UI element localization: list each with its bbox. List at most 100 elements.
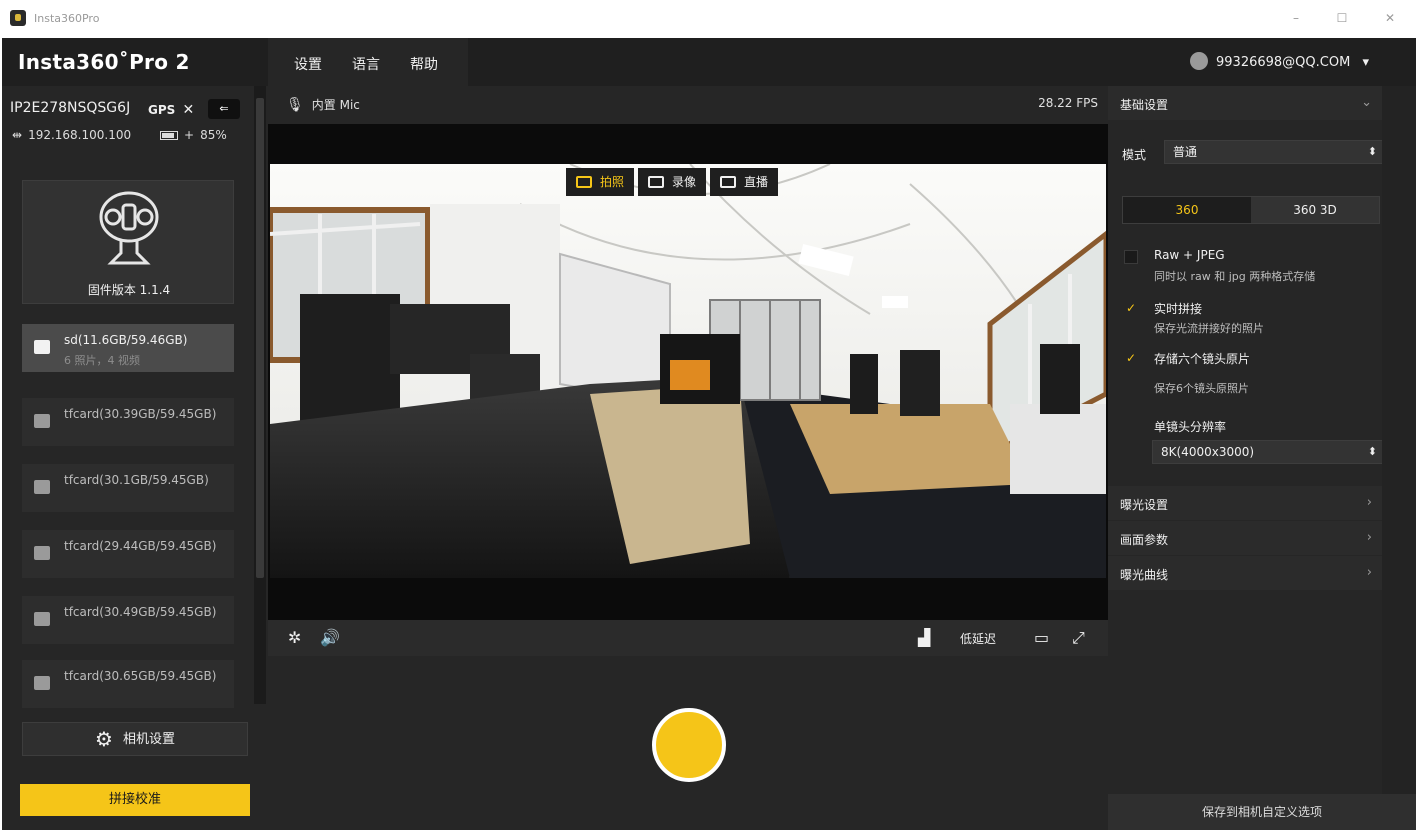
storage-item-sd[interactable]: sd(11.6GB/59.46GB) 6 照片，4 视频 xyxy=(22,324,234,372)
latency-toggle[interactable]: 低延迟 xyxy=(960,630,996,647)
live-preview[interactable]: 拍照 录像 直播 xyxy=(268,124,1108,620)
realtime-stitch-checkbox[interactable]: ✓ xyxy=(1124,302,1138,316)
live-icon xyxy=(720,176,737,188)
sd-card-icon xyxy=(34,340,50,354)
avatar-icon xyxy=(1190,52,1208,70)
battery-status: +85% xyxy=(160,128,227,142)
user-email: 99326698@QQ.COM xyxy=(1216,55,1351,70)
exposure-curve-header[interactable]: 曝光曲线 › xyxy=(1108,556,1382,590)
select-arrows-icon: ⬍ xyxy=(1367,145,1377,158)
usb-connection-icon: ⇐ xyxy=(208,99,240,119)
stitch-calibration-button[interactable]: 拼接校准 xyxy=(20,784,250,816)
app-window: Insta360˚Pro 2 IP2E278NSQSG6J GPS ✕ ⇐ ⇹ 1… xyxy=(2,38,1416,830)
select-arrows-icon: ⬍ xyxy=(1367,445,1377,458)
preview-control-bar: ✲ 🔊 ▟ 低延迟 ▭ ⤢ xyxy=(268,620,1108,656)
center-panel: 设置 语言 帮助 🎙 内置 Mic 28.22 FPS 拍照 录像 直播 ✲ 🔊… xyxy=(268,38,1108,830)
raw-jpeg-label: Raw + JPEG xyxy=(1154,248,1225,262)
mode-photo-button[interactable]: 拍照 xyxy=(566,168,635,196)
mode-label: 模式 xyxy=(1122,148,1147,162)
ip-address: ⇹ 192.168.100.100 xyxy=(12,128,132,142)
menu-bar: 设置 语言 帮助 xyxy=(268,38,468,86)
window-title: Insta360Pro xyxy=(34,12,100,25)
shutter-button[interactable] xyxy=(652,708,726,782)
battery-icon xyxy=(160,131,178,140)
gyro-icon[interactable]: ✲ xyxy=(288,628,301,647)
network-icon: ⇹ xyxy=(12,128,23,142)
mode-select[interactable]: 普通 ⬍ xyxy=(1164,140,1386,164)
raw-jpeg-desc: 同时以 raw 和 jpg 两种格式存储 xyxy=(1154,270,1316,283)
save-six-lens-checkbox[interactable]: ✓ xyxy=(1124,352,1138,366)
chevron-down-icon: ⌄ xyxy=(1361,95,1372,110)
menu-language[interactable]: 语言 xyxy=(352,54,380,74)
camera-status-card[interactable]: 固件版本 1.1.4 xyxy=(22,180,234,304)
save-custom-preset-button[interactable]: 保存到相机自定义选项 xyxy=(1108,794,1416,830)
storage-item-tfcard-2[interactable]: tfcard(30.1GB/59.45GB) xyxy=(22,464,234,512)
image-params-header[interactable]: 画面参数 › xyxy=(1108,521,1382,555)
mic-source[interactable]: 🎙 内置 Mic xyxy=(286,96,360,113)
storage-scrollbar-thumb[interactable] xyxy=(256,98,264,578)
sd-card-icon xyxy=(34,612,50,626)
save-six-lens-label: 存储六个镜头原片 xyxy=(1154,352,1251,366)
aspect-ratio-icon[interactable]: ▭ xyxy=(1034,628,1049,647)
camera-settings-label: 相机设置 xyxy=(122,732,175,747)
maximize-button[interactable]: ☐ xyxy=(1330,8,1354,28)
gear-icon: ⚙ xyxy=(95,727,113,751)
charging-icon: + xyxy=(184,128,195,142)
chevron-right-icon: › xyxy=(1366,495,1372,510)
volume-icon[interactable]: 🔊 xyxy=(320,628,340,647)
raw-jpeg-checkbox[interactable] xyxy=(1124,250,1138,264)
histogram-icon[interactable]: ▟ xyxy=(918,628,930,647)
gps-status: GPS ✕ xyxy=(148,102,194,118)
segment-360-3d[interactable]: 360 3D xyxy=(1251,197,1379,223)
fps-readout: 28.22 FPS xyxy=(1038,96,1098,110)
storage-label: tfcard(30.65GB/59.45GB) xyxy=(64,669,217,683)
device-id: IP2E278NSQSG6J xyxy=(10,100,131,116)
mode-video-button[interactable]: 录像 xyxy=(638,168,707,196)
minimize-button[interactable]: – xyxy=(1284,8,1308,28)
camera-settings-button[interactable]: ⚙ 相机设置 xyxy=(22,722,248,756)
resolution-select[interactable]: 8K(4000x3000) ⬍ xyxy=(1152,440,1386,464)
storage-label: tfcard(30.39GB/59.45GB) xyxy=(64,407,217,421)
chevron-right-icon: › xyxy=(1366,565,1372,580)
preview-header: 🎙 内置 Mic 28.22 FPS xyxy=(268,86,1108,124)
microphone-icon: 🎙 xyxy=(286,97,304,113)
storage-label: tfcard(29.44GB/59.45GB) xyxy=(64,539,217,553)
window-titlebar: Insta360Pro – ☐ ✕ xyxy=(0,0,1418,38)
battery-percent: 85% xyxy=(200,128,227,142)
capture-mode-switcher: 拍照 录像 直播 xyxy=(566,168,779,196)
resolution-label: 单镜头分辨率 xyxy=(1154,420,1227,434)
chevron-right-icon: › xyxy=(1366,530,1372,545)
gps-label: GPS xyxy=(148,103,176,117)
camera-icon xyxy=(576,176,592,188)
storage-item-tfcard-4[interactable]: tfcard(30.49GB/59.45GB) xyxy=(22,596,234,644)
segment-360[interactable]: 360 xyxy=(1123,197,1251,223)
mode-live-button[interactable]: 直播 xyxy=(710,168,779,196)
camera-device-icon xyxy=(99,191,159,265)
projection-segment: 360 360 3D xyxy=(1122,196,1380,224)
storage-label: tfcard(30.49GB/59.45GB) xyxy=(64,605,217,619)
brand-logo: Insta360˚Pro 2 xyxy=(18,50,190,74)
storage-item-tfcard-3[interactable]: tfcard(29.44GB/59.45GB) xyxy=(22,530,234,578)
right-settings-panel: 基础设置 ⌄ 模式 普通 ⬍ 360 360 3D Raw + JPEG 同时以 r… xyxy=(1108,86,1386,830)
sd-card-icon xyxy=(34,480,50,494)
sd-card-icon xyxy=(34,676,50,690)
left-panel: Insta360˚Pro 2 IP2E278NSQSG6J GPS ✕ ⇐ ⇹ 1… xyxy=(2,38,268,830)
menu-help[interactable]: 帮助 xyxy=(410,54,438,74)
storage-item-tfcard-1[interactable]: tfcard(30.39GB/59.45GB) xyxy=(22,398,234,446)
close-button[interactable]: ✕ xyxy=(1378,8,1402,28)
storage-label: sd(11.6GB/59.46GB) xyxy=(64,333,188,347)
storage-item-tfcard-5[interactable]: tfcard(30.65GB/59.45GB) xyxy=(22,660,234,708)
gps-off-icon: ✕ xyxy=(182,102,195,118)
chevron-down-icon: ▾ xyxy=(1362,55,1369,70)
settings-scrollbar[interactable] xyxy=(1382,86,1416,830)
basic-settings-header[interactable]: 基础设置 ⌄ xyxy=(1108,86,1382,120)
storage-sub: 6 照片，4 视频 xyxy=(64,354,140,367)
storage-label: tfcard(30.1GB/59.45GB) xyxy=(64,473,209,487)
exposure-settings-header[interactable]: 曝光设置 › xyxy=(1108,486,1382,520)
realtime-stitch-desc: 保存光流拼接好的照片 xyxy=(1154,322,1264,335)
user-account-menu[interactable]: 99326698@QQ.COM ▾ xyxy=(1190,52,1369,70)
save-six-lens-desc: 保存6个镜头原照片 xyxy=(1154,382,1249,395)
fullscreen-icon[interactable]: ⤢ xyxy=(1072,628,1085,648)
menu-settings[interactable]: 设置 xyxy=(294,54,322,74)
panorama-scene xyxy=(270,164,1106,578)
